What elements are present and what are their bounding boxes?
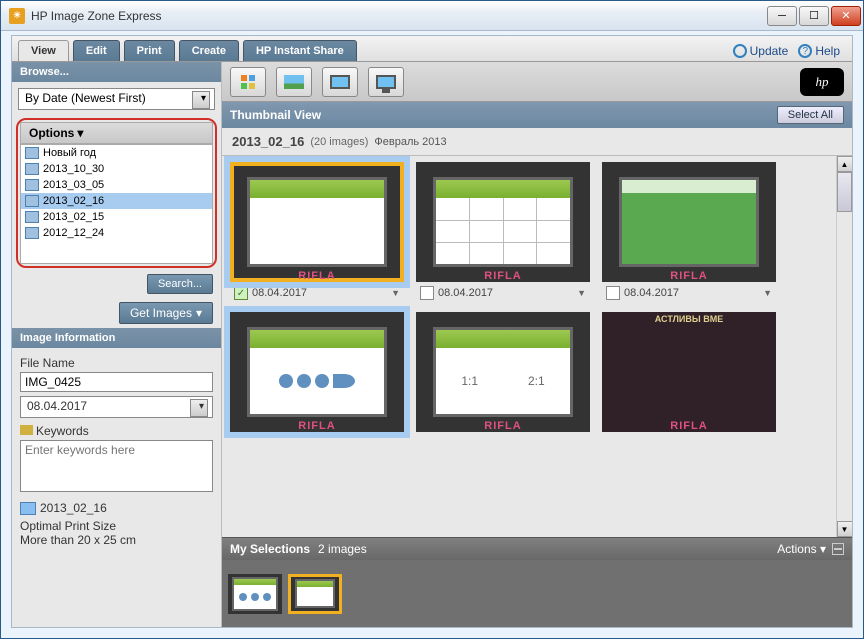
check-on-icon[interactable]: ✓ — [234, 286, 248, 300]
close-button[interactable]: ✕ — [831, 6, 861, 26]
tree-item[interactable]: 2013_10_30 — [21, 161, 212, 177]
help-link[interactable]: ?Help — [798, 44, 840, 58]
thumbnail[interactable]: RIFLA 08.04.2017▼ — [602, 162, 776, 304]
check-off-icon[interactable] — [606, 286, 620, 300]
view-single-button[interactable] — [276, 67, 312, 97]
thumbnail[interactable]: 1:12:1RIFLA — [416, 312, 590, 432]
tab-print[interactable]: Print — [124, 40, 175, 61]
image-info-header: Image Information — [12, 328, 221, 348]
check-off-icon[interactable] — [420, 286, 434, 300]
selections-panel: My Selections 2 images Actions ▾ — [222, 537, 852, 627]
tree-item[interactable]: 2013_02_15 — [21, 209, 212, 225]
folder-icon — [25, 147, 39, 159]
folder-icon — [25, 163, 39, 175]
window-title: HP Image Zone Express — [31, 9, 767, 23]
keywords-icon — [20, 425, 33, 435]
sort-dropdown[interactable]: By Date (Newest First) — [18, 88, 215, 110]
keywords-label: Keywords — [20, 424, 213, 438]
filename-input[interactable] — [20, 372, 213, 392]
thumbnail[interactable]: RIFLA 08.04.2017▼ — [416, 162, 590, 304]
tab-share[interactable]: HP Instant Share — [243, 40, 357, 61]
titlebar: ☀ HP Image Zone Express ─ ☐ ✕ — [1, 1, 863, 31]
scrollbar[interactable]: ▲ ▼ — [836, 156, 852, 537]
selections-title: My Selections — [230, 542, 310, 556]
thumbnail-grid: RIFLA ✓08.04.2017▼ RIFLA 08.04.2017▼ RIF… — [222, 156, 836, 537]
chevron-down-icon[interactable]: ▼ — [577, 288, 586, 298]
folder-icon — [25, 179, 39, 191]
chevron-down-icon[interactable]: ▼ — [391, 288, 400, 298]
scroll-thumb[interactable] — [837, 172, 852, 212]
chevron-down-icon: ▾ — [77, 126, 83, 140]
print-size-value: More than 20 x 25 cm — [20, 533, 213, 547]
options-panel: Options ▾ Новый год 2013_10_30 2013_03_0… — [16, 118, 217, 268]
view-grid-button[interactable] — [230, 67, 266, 97]
group-header: 2013_02_16 (20 images) Февраль 2013 — [222, 128, 852, 156]
maximize-button[interactable]: ☐ — [799, 6, 829, 26]
tree-item[interactable]: 2013_03_05 — [21, 177, 212, 193]
chevron-down-icon: ▾ — [196, 306, 202, 320]
tree-item-selected[interactable]: 2013_02_16 — [21, 193, 212, 209]
selection-thumb[interactable] — [228, 574, 282, 614]
folder-icon — [25, 195, 39, 207]
tab-create[interactable]: Create — [179, 40, 239, 61]
app-window: ☀ HP Image Zone Express ─ ☐ ✕ View Edit … — [0, 0, 864, 639]
tab-edit[interactable]: Edit — [73, 40, 120, 61]
options-header[interactable]: Options ▾ — [20, 122, 213, 144]
main-area: hp Thumbnail View Select All 2013_02_16 … — [222, 62, 852, 627]
keywords-textarea[interactable] — [20, 440, 213, 492]
toolbar: hp — [222, 62, 852, 102]
projector-icon — [376, 75, 396, 89]
scroll-down-icon[interactable]: ▼ — [837, 521, 853, 537]
view-header: Thumbnail View Select All — [222, 102, 852, 128]
tree-item[interactable]: 2012_12_24 — [21, 225, 212, 241]
filename-label: File Name — [20, 356, 213, 370]
thumbnail[interactable]: АСТЛИВЫ ВМЕRIFLA — [602, 312, 776, 432]
scroll-up-icon[interactable]: ▲ — [837, 156, 853, 172]
folder-tree[interactable]: Новый год 2013_10_30 2013_03_05 2013_02_… — [20, 144, 213, 264]
selection-thumb-active[interactable] — [288, 574, 342, 614]
selections-count: 2 images — [318, 542, 367, 556]
folder-icon — [20, 502, 36, 515]
date-dropdown[interactable]: 08.04.2017 — [20, 396, 213, 418]
chevron-down-icon[interactable]: ▼ — [763, 288, 772, 298]
tab-view[interactable]: View — [18, 40, 69, 61]
app-icon: ☀ — [9, 8, 25, 24]
tree-item[interactable]: Новый год — [21, 145, 212, 161]
view-fullscreen-button[interactable] — [322, 67, 358, 97]
monitor-icon — [330, 75, 350, 89]
get-images-button[interactable]: Get Images ▾ — [119, 302, 213, 324]
view-slideshow-button[interactable] — [368, 67, 404, 97]
collapse-icon[interactable] — [832, 543, 844, 555]
sidebar: Browse... By Date (Newest First) Options… — [12, 62, 222, 627]
search-button[interactable]: Search... — [147, 274, 213, 294]
help-icon: ? — [798, 44, 812, 58]
folder-icon — [25, 227, 39, 239]
update-link[interactable]: Update — [733, 44, 789, 58]
hp-logo: hp — [800, 68, 844, 96]
folder-icon — [25, 211, 39, 223]
tabs-bar: View Edit Print Create HP Instant Share … — [12, 36, 852, 62]
image-icon — [284, 75, 304, 89]
select-all-button[interactable]: Select All — [777, 106, 844, 124]
actions-dropdown[interactable]: Actions ▾ — [777, 542, 826, 556]
print-size-label: Optimal Print Size — [20, 519, 213, 533]
grid-icon — [241, 75, 255, 89]
folder-path[interactable]: 2013_02_16 — [20, 501, 213, 515]
update-icon — [733, 44, 747, 58]
minimize-button[interactable]: ─ — [767, 6, 797, 26]
thumbnail-selected[interactable]: RIFLA ✓08.04.2017▼ — [230, 162, 404, 304]
browse-header: Browse... — [12, 62, 221, 82]
thumbnail-selected[interactable]: RIFLA — [230, 312, 404, 432]
